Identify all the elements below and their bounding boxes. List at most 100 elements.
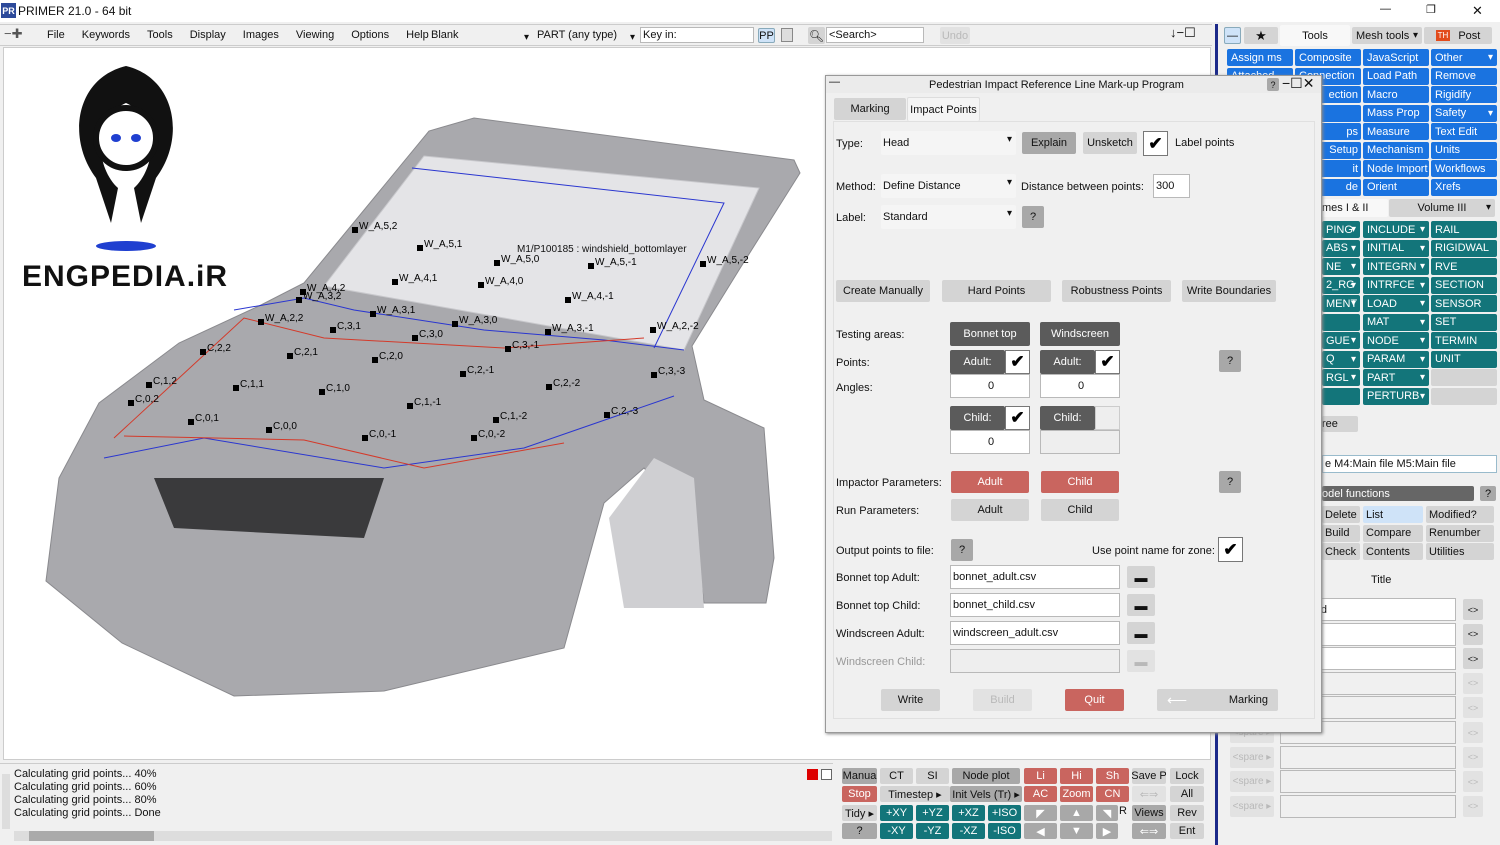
impact-point-marker[interactable] (460, 371, 466, 377)
model-row[interactable] (1280, 745, 1456, 769)
label-select[interactable]: Standard (881, 205, 1016, 229)
impact-point-marker[interactable] (604, 412, 610, 418)
keyword-button[interactable]: GUE (1322, 332, 1360, 349)
unsketch-button[interactable]: Unsketch (1083, 132, 1137, 154)
tool-button[interactable]: Measure (1363, 123, 1429, 140)
distance-input[interactable]: 300 (1153, 174, 1190, 198)
model-row[interactable] (1280, 794, 1456, 818)
arrow-right-icon[interactable]: ▶ (1096, 823, 1118, 839)
swap-button[interactable]: <> (1463, 599, 1483, 620)
tab-mesh-tools[interactable]: Mesh tools (1352, 27, 1422, 44)
marking-button[interactable]: ⟵ Marking (1157, 689, 1278, 711)
impact-point-marker[interactable] (478, 282, 484, 288)
view-minus-xy[interactable]: -XY (880, 823, 913, 839)
tool-button[interactable]: Composite (1295, 49, 1361, 66)
quit-button[interactable]: Quit (1065, 689, 1124, 711)
impactor-adult-button[interactable]: Adult (951, 471, 1029, 493)
folder-icon[interactable]: ▬ (1127, 594, 1155, 616)
impact-point-marker[interactable] (233, 385, 239, 391)
menu-help[interactable]: Help (406, 29, 429, 41)
minimize-button[interactable]: — (1380, 3, 1391, 15)
label-help-button[interactable]: ? (1022, 206, 1044, 228)
arrow-down-icon[interactable]: ▼ (1060, 823, 1093, 839)
impact-point-marker[interactable] (546, 384, 552, 390)
impact-point-marker[interactable] (588, 263, 594, 269)
label-points-checkbox[interactable]: ✔ (1143, 131, 1168, 156)
windscreen-adult-file-input[interactable]: windscreen_adult.csv (950, 621, 1120, 645)
impact-point-marker[interactable] (362, 435, 368, 441)
keyword-button[interactable]: SENSOR (1431, 295, 1497, 312)
dialog-collapse-icon[interactable]: — (829, 76, 840, 88)
tool-button[interactable]: Load Path (1363, 67, 1429, 85)
impact-point-marker[interactable] (146, 382, 152, 388)
tab-post[interactable]: TH Post (1424, 27, 1492, 44)
windscreen-button[interactable]: Windscreen (1040, 322, 1120, 346)
view-select[interactable]: Blank (431, 29, 533, 43)
tidy-button[interactable]: Tidy ▸ (842, 805, 877, 821)
impact-point-marker[interactable] (417, 245, 423, 251)
impactor-child-button[interactable]: Child (1041, 471, 1119, 493)
menu-display[interactable]: Display (190, 29, 226, 41)
write-button[interactable]: Write (881, 689, 940, 711)
tab-impact-points[interactable]: Impact Points (907, 97, 980, 121)
menu-options[interactable]: Options (351, 29, 389, 41)
view-minus-yz[interactable]: -YZ (916, 823, 949, 839)
keyword-button[interactable]: ABS (1322, 239, 1360, 257)
impact-point-marker[interactable] (494, 260, 500, 266)
bonnet-child-toggle[interactable]: Child: (950, 406, 1005, 430)
keyword-button[interactable]: Q (1322, 350, 1360, 368)
bonnet-child-file-input[interactable]: bonnet_child.csv (950, 593, 1120, 617)
run-adult-button[interactable]: Adult (951, 499, 1029, 521)
lock-button[interactable]: Lock (1170, 768, 1204, 784)
swap-button[interactable]: <> (1463, 623, 1483, 645)
bonnet-child-angle[interactable]: 0 (950, 430, 1030, 454)
impact-point-marker[interactable] (505, 346, 511, 352)
rotate-up-right-icon[interactable]: ◥ (1096, 805, 1118, 821)
status-vertical-scrollbar[interactable] (2, 774, 10, 829)
stop-button[interactable]: Stop (842, 786, 877, 802)
bonnet-child-checkbox[interactable]: ✔ (1005, 406, 1030, 430)
type-select[interactable]: Head (881, 131, 1016, 155)
robustness-points-button[interactable]: Robustness Points (1062, 280, 1171, 302)
impact-point-marker[interactable] (200, 349, 206, 355)
impact-point-marker[interactable] (412, 335, 418, 341)
function-button[interactable]: Delete (1322, 506, 1360, 523)
keyword-button[interactable]: RGL (1322, 369, 1360, 386)
windscreen-child-checkbox[interactable] (1095, 406, 1120, 430)
function-button[interactable]: Modified? (1426, 506, 1494, 523)
write-boundaries-button[interactable]: Write Boundaries (1182, 280, 1276, 302)
shaded-button[interactable]: Sh (1096, 768, 1129, 784)
impact-point-marker[interactable] (407, 403, 413, 409)
keyword-button[interactable]: RVE (1431, 258, 1497, 275)
view-minus-iso[interactable]: -ISO (988, 823, 1021, 839)
keyword-button[interactable]: PART (1363, 369, 1429, 386)
favorites-button[interactable]: ★ (1244, 27, 1278, 44)
tool-button[interactable]: Other (1431, 49, 1497, 66)
keyin-input[interactable]: Key in: (640, 27, 754, 43)
windscreen-adult-toggle[interactable]: Adult: (1040, 350, 1095, 374)
keyword-button[interactable]: SECTION (1431, 276, 1497, 294)
hidden-button[interactable]: Hi (1060, 768, 1093, 784)
windscreen-adult-checkbox[interactable]: ✔ (1095, 350, 1120, 374)
create-manually-button[interactable]: Create Manually (836, 280, 930, 302)
ac-button[interactable]: AC (1024, 786, 1057, 802)
keyword-button[interactable]: INCLUDE (1363, 221, 1429, 238)
menu-file[interactable]: File (47, 29, 65, 41)
keyword-button[interactable]: NE (1322, 258, 1360, 275)
keyword-button[interactable]: PARAM (1363, 350, 1429, 368)
si-button[interactable]: SI (916, 768, 949, 784)
tool-button[interactable]: Rigidify (1431, 86, 1497, 103)
impact-point-marker[interactable] (330, 327, 336, 333)
tool-button[interactable]: Safety (1431, 104, 1497, 122)
windscreen-adult-angle[interactable]: 0 (1040, 374, 1120, 398)
folder-icon[interactable]: ▬ (1127, 622, 1155, 644)
impact-point-marker[interactable] (545, 329, 551, 335)
menu-collapse-icon[interactable]: −✚ (4, 26, 22, 42)
impact-point-marker[interactable] (287, 353, 293, 359)
function-button[interactable]: Check (1322, 543, 1360, 560)
log-toggle-icon[interactable] (821, 769, 832, 780)
collapse-panel-button[interactable]: — (1224, 27, 1241, 44)
impact-point-marker[interactable] (352, 227, 358, 233)
save-p-button[interactable]: Save P (1132, 768, 1166, 784)
keyword-button[interactable]: TERMIN (1431, 332, 1497, 349)
